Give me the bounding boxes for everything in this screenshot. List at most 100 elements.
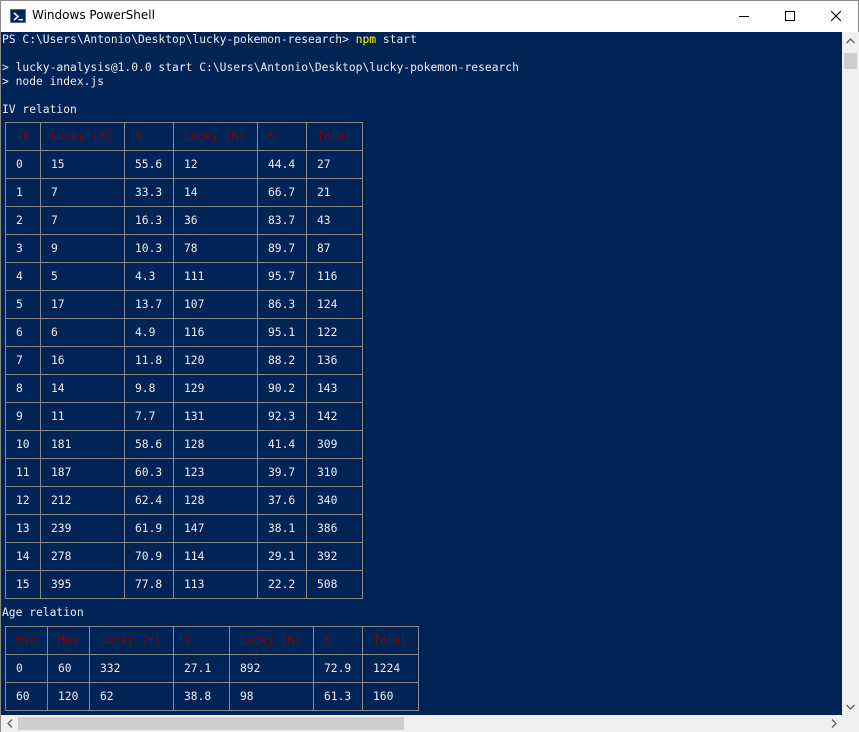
vertical-scrollbar[interactable] — [842, 32, 859, 715]
column-header: % — [173, 626, 230, 655]
scroll-left-button[interactable] — [1, 715, 18, 732]
table-cell: 4.3 — [124, 262, 174, 291]
table-row: 15 395 77.8 113 22.2 508 — [5, 570, 363, 599]
section-title-age: Age relation — [2, 606, 84, 619]
table-cell: 60 — [5, 682, 48, 711]
table-cell: 508 — [306, 570, 363, 599]
table-cell: 89.7 — [257, 234, 307, 263]
close-button[interactable] — [813, 1, 859, 31]
powershell-window: Windows PowerShell PS C:\Users\Antonio\D… — [0, 0, 859, 732]
column-header: % — [313, 626, 363, 655]
table-cell: 1 — [5, 178, 41, 207]
column-header: % — [124, 122, 174, 151]
table-cell: 98 — [229, 682, 314, 711]
table-cell: 70.9 — [124, 542, 174, 571]
table-cell: 38.8 — [173, 682, 230, 711]
table-cell: 143 — [306, 374, 363, 403]
table-cell: 38.1 — [257, 514, 307, 543]
table-row: 60 120 62 38.8 98 61.3 160 — [5, 682, 419, 711]
table-cell: 36 — [173, 206, 258, 235]
table-cell: 72.9 — [313, 654, 363, 683]
table-cell: 107 — [173, 290, 258, 319]
prompt-line: PS C:\Users\Antonio\Desktop\lucky-pokemo… — [2, 33, 417, 47]
table-cell: 55.6 — [124, 150, 174, 179]
table-cell: 61.3 — [313, 682, 363, 711]
table-row: 6 6 4.9 116 95.1 122 — [5, 318, 363, 347]
maximize-button[interactable] — [767, 1, 813, 31]
command-args: start — [376, 33, 417, 46]
table-cell: 39.7 — [257, 458, 307, 487]
table-cell: 142 — [306, 402, 363, 431]
table-cell: 310 — [306, 458, 363, 487]
minimize-button[interactable] — [721, 1, 767, 31]
table-cell: 7 — [40, 206, 125, 235]
scrollbar-corner — [842, 715, 859, 732]
table-row: 12 212 62.4 128 37.6 340 — [5, 486, 363, 515]
table-cell: 7.7 — [124, 402, 174, 431]
table-cell: 6 — [40, 318, 125, 347]
arrow-down-icon — [846, 704, 855, 710]
horizontal-scroll-thumb[interactable] — [18, 717, 404, 730]
table-cell: 212 — [40, 486, 125, 515]
table-cell: 13 — [5, 514, 41, 543]
table-cell: 33.3 — [124, 178, 174, 207]
table-cell: 111 — [173, 262, 258, 291]
table-cell: 41.4 — [257, 430, 307, 459]
vertical-scroll-thumb[interactable] — [844, 53, 857, 69]
table-header-row: IV Lucky (Y)% Lucky (N)% Total — [5, 122, 363, 151]
console-output[interactable]: PS C:\Users\Antonio\Desktop\lucky-pokemo… — [1, 32, 842, 715]
scroll-up-button[interactable] — [842, 32, 859, 49]
maximize-icon — [785, 11, 795, 21]
table-cell: 11 — [5, 458, 41, 487]
iv-relation-table: IV Lucky (Y)% Lucky (N)% Total 0 15 55.6 12 44.… — [5, 122, 363, 599]
table-cell: 128 — [173, 486, 258, 515]
table-cell: 892 — [229, 654, 314, 683]
table-cell: 131 — [173, 402, 258, 431]
table-cell: 129 — [173, 374, 258, 403]
horizontal-scrollbar[interactable] — [1, 715, 842, 732]
output-line: > node index.js — [2, 75, 105, 88]
table-cell: 15 — [5, 570, 41, 599]
column-header: Total — [306, 122, 363, 151]
arrow-right-icon — [831, 719, 837, 728]
table-row: 2 7 16.3 36 83.7 43 — [5, 206, 363, 235]
table-header-row: Min Max Lucky (Y)% Lucky (N)% Total — [5, 626, 419, 655]
table-cell: 395 — [40, 570, 125, 599]
table-cell: 87 — [306, 234, 363, 263]
table-cell: 22.2 — [257, 570, 307, 599]
table-cell: 147 — [173, 514, 258, 543]
table-cell: 9.8 — [124, 374, 174, 403]
table-cell: 5 — [5, 290, 41, 319]
table-cell: 14 — [5, 542, 41, 571]
table-cell: 9 — [5, 402, 41, 431]
scroll-right-button[interactable] — [825, 715, 842, 732]
column-header: Lucky (Y) — [40, 122, 125, 151]
table-cell: 332 — [89, 654, 174, 683]
table-cell: 7 — [5, 346, 41, 375]
column-header: Lucky (N) — [173, 122, 258, 151]
table-cell: 392 — [306, 542, 363, 571]
scroll-down-button[interactable] — [842, 698, 859, 715]
column-header: IV — [5, 122, 41, 151]
column-header: % — [257, 122, 307, 151]
table-cell: 15 — [40, 150, 125, 179]
powershell-icon — [10, 9, 26, 23]
prompt-path: PS C:\Users\Antonio\Desktop\lucky-pokemo… — [2, 33, 356, 46]
table-cell: 5 — [40, 262, 125, 291]
table-row: 4 5 4.3 111 95.7 116 — [5, 262, 363, 291]
table-cell: 86.3 — [257, 290, 307, 319]
table-cell: 12 — [5, 486, 41, 515]
arrow-left-icon — [6, 719, 12, 728]
table-cell: 92.3 — [257, 402, 307, 431]
table-cell: 181 — [40, 430, 125, 459]
table-cell: 128 — [173, 430, 258, 459]
table-cell: 88.2 — [257, 346, 307, 375]
column-header: Min — [5, 626, 48, 655]
table-cell: 6 — [5, 318, 41, 347]
table-cell: 78 — [173, 234, 258, 263]
table-cell: 11.8 — [124, 346, 174, 375]
command-name: npm — [355, 33, 377, 46]
title-bar[interactable]: Windows PowerShell — [1, 1, 858, 32]
table-cell: 12 — [173, 150, 258, 179]
table-cell: 66.7 — [257, 178, 307, 207]
